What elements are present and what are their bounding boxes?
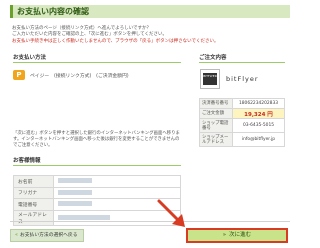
table-row: ショップ電話番号 03-6435-5015 — [199, 118, 285, 133]
redacted-value — [58, 201, 92, 207]
page-title: お支払い内容の確認 — [10, 5, 290, 18]
next-button-label: 次に進む — [229, 232, 252, 238]
back-to-payment-selection-button[interactable]: «お支払い方法の選択へ戻る — [10, 229, 84, 242]
customer-phone-label: 電話番号 — [13, 198, 54, 211]
table-row: ショップメールアドレス info@bitflyer.jp — [199, 132, 285, 147]
chevron-right-icon: » — [222, 232, 227, 238]
payment-method-heading: お支払い方法 — [13, 54, 181, 63]
redacted-value — [58, 189, 92, 195]
payment-method-row: P ペイジー (接続リンク方式) (ご決済金額円) — [13, 70, 129, 80]
shop-email-label: ショップメールアドレス — [199, 132, 233, 147]
order-summary-heading: ご注文内容 — [199, 54, 285, 63]
customer-name-value — [53, 175, 181, 188]
red-arrow-icon — [157, 199, 185, 227]
payment-method-note: 「次に進む」ボタンを押すと選択した銀行のインターネットバンキング画面へ移ります。… — [13, 131, 181, 149]
table-row: 決済番号番号 18062234202833 — [199, 98, 285, 109]
shop-email-value: info@bitflyer.jp — [232, 132, 285, 147]
merchant-name: bitFlyer — [226, 75, 259, 83]
shop-phone-label: ショップ電話番号 — [199, 118, 233, 133]
redacted-value — [58, 214, 110, 220]
table-row: ご注文金額 19,324 円 — [199, 108, 285, 119]
customer-name-label: お名前 — [13, 175, 54, 188]
merchant-logo-mark: BITFLYER — [203, 73, 217, 85]
redacted-value — [58, 178, 92, 184]
back-button-label: お支払い方法の選択へ戻る — [19, 233, 78, 238]
order-amount-value: 19,324 円 — [232, 108, 285, 119]
customer-email-label: メールアドレス — [13, 209, 54, 226]
payment-number-value: 18062234202833 — [232, 98, 285, 109]
confirmation-notice: お支払い方法のページ（接続リンク方式）へ進んでよろしいですか？ ご入力いただいた… — [12, 26, 292, 45]
footer-divider — [10, 221, 290, 222]
payment-method-label: ペイジー (接続リンク方式) (ご決済金額円) — [30, 73, 129, 79]
chevron-left-icon: « — [15, 233, 18, 238]
shop-phone-value: 03-6435-5015 — [232, 118, 285, 133]
payeasy-logo-icon: P — [13, 70, 25, 80]
customer-kana-label: フリガナ — [13, 186, 54, 199]
order-amount-label: ご注文金額 — [199, 108, 233, 119]
merchant-logo: BITFLYER — [200, 69, 220, 89]
order-summary-table: 決済番号番号 18062234202833 ご注文金額 19,324 円 ショッ… — [199, 98, 285, 147]
payment-confirmation-page: お支払い内容の確認 お支払い方法のページ（接続リンク方式）へ進んでよろしいですか… — [0, 0, 300, 248]
table-row: お名前 — [13, 175, 181, 188]
payment-number-label: 決済番号番号 — [199, 98, 233, 109]
payment-note-text: 「次に進む」ボタンを押すと選択した銀行のインターネットバンキング画面へ移ります。… — [13, 131, 180, 148]
customer-info-heading: お客様情報 — [13, 157, 181, 166]
next-step-button[interactable]: » 次に進む — [186, 228, 288, 243]
notice-warning: お支払い手続き中は正しく作動いたしませんので、ブラウザの「戻る」ボタンは押さない… — [12, 38, 219, 44]
